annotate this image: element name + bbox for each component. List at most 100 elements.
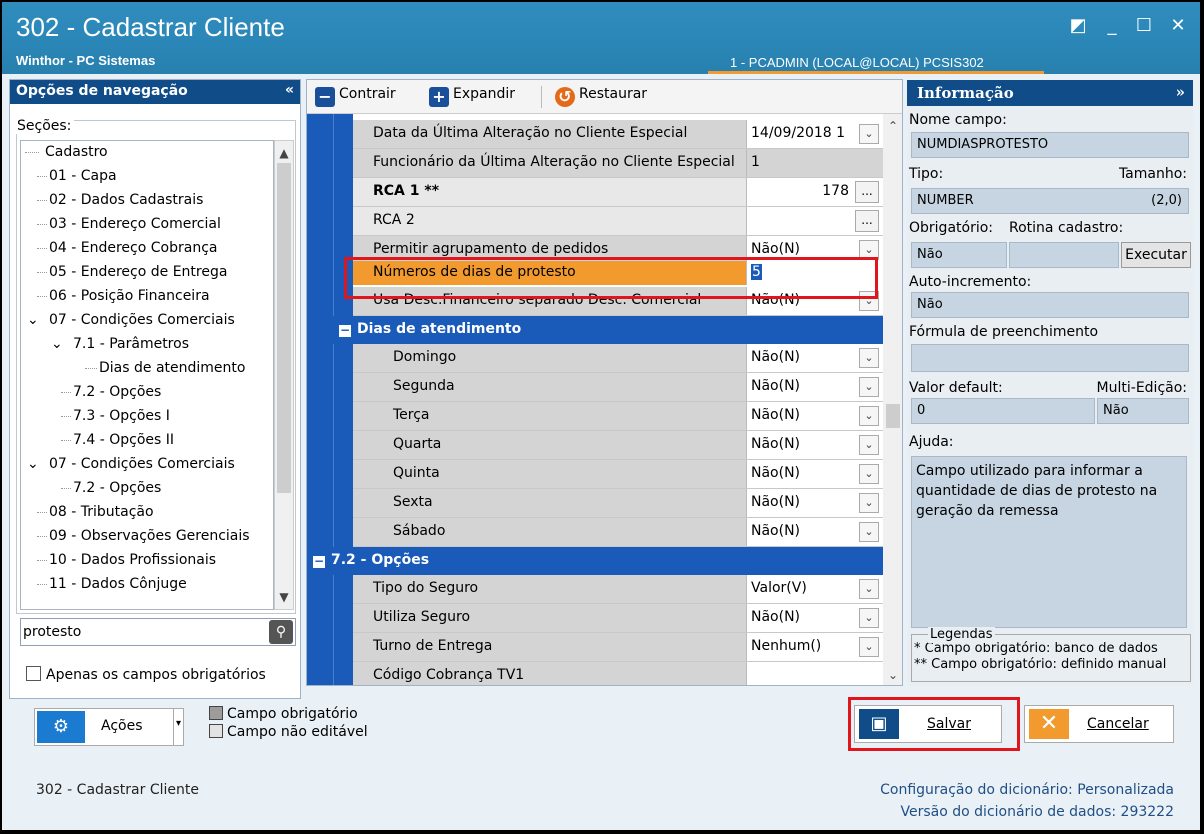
field-value[interactable]: Não(N) ⌄: [747, 460, 883, 488]
tree-item-posicao-financeira[interactable]: 06 - Posição Financeira: [49, 285, 210, 309]
maximize-button[interactable]: ☐: [1130, 14, 1158, 38]
tree-item-opcoes[interactable]: 7.2 - Opções: [73, 381, 161, 405]
field-value[interactable]: Não(N) ⌄: [747, 431, 883, 459]
grid-row[interactable]: Segunda Não(N) ⌄: [353, 373, 883, 402]
tree-scrollbar[interactable]: ▲ ▼: [274, 140, 294, 610]
tree-item-dados-cadastrais[interactable]: 02 - Dados Cadastrais: [49, 189, 203, 213]
field-value[interactable]: 5: [747, 261, 883, 285]
tree-expand-icon[interactable]: ⌄: [51, 333, 63, 357]
chevron-down-icon[interactable]: ⌄: [859, 522, 879, 542]
chevron-down-icon[interactable]: ⌄: [859, 435, 879, 455]
grid-row-selected[interactable]: Números de dias de protesto 5: [353, 261, 883, 285]
field-value[interactable]: 178...: [747, 178, 883, 206]
tree-item-opcoes-i[interactable]: 7.3 - Opções I: [73, 405, 170, 429]
field-value[interactable]: Não(N) ⌄: [747, 489, 883, 517]
search-input[interactable]: [23, 621, 263, 643]
field-value[interactable]: Valor(V) ⌄: [747, 575, 883, 603]
grid-row[interactable]: Sexta Não(N) ⌄: [353, 489, 883, 518]
chevron-down-icon[interactable]: ⌄: [859, 608, 879, 628]
tree-item-condicoes-comerciais[interactable]: 07 - Condições Comerciais: [49, 309, 235, 333]
only-required-checkbox[interactable]: Apenas os campos obrigatórios: [26, 666, 266, 683]
scroll-up-icon[interactable]: ⌃: [884, 116, 902, 136]
scroll-down-icon[interactable]: ▼: [275, 587, 293, 607]
scroll-down-icon[interactable]: ⌄: [884, 665, 902, 685]
chevron-down-icon[interactable]: ⌄: [859, 493, 879, 513]
grid-row[interactable]: RCA 2 ...: [353, 207, 883, 236]
chevron-down-icon[interactable]: ⌄: [859, 377, 879, 397]
tree-item-endereco-entrega[interactable]: 05 - Endereço de Entrega: [49, 261, 227, 285]
expand-button[interactable]: + Expandir: [429, 86, 515, 107]
tree-item-cadastro[interactable]: Cadastro: [45, 141, 108, 165]
field-value-text[interactable]: 5: [751, 264, 762, 280]
tree-item-opcoes-ii[interactable]: 7.4 - Opções II: [73, 429, 174, 453]
scroll-thumb[interactable]: [886, 404, 900, 428]
collapse-nav-icon[interactable]: «: [285, 82, 294, 98]
section-header-options[interactable]: −7.2 - Opções: [307, 547, 883, 575]
field-value[interactable]: Não(N) ⌄: [747, 236, 883, 264]
chevron-down-icon[interactable]: ⌄: [859, 240, 879, 260]
grid-row[interactable]: Domingo Não(N) ⌄: [353, 344, 883, 373]
field-value[interactable]: Não(N) ⌄: [747, 402, 883, 430]
tree-item-endereco-comercial[interactable]: 03 - Endereço Comercial: [49, 213, 221, 237]
checkbox-icon[interactable]: [26, 666, 41, 681]
scroll-up-icon[interactable]: ▲: [275, 143, 293, 163]
restore-button[interactable]: ↺ Restaurar: [555, 86, 647, 107]
field-value[interactable]: Não(N) ⌄: [747, 287, 883, 315]
chevron-down-icon[interactable]: ⌄: [859, 579, 879, 599]
tree-item-tributacao[interactable]: 08 - Tributação: [49, 501, 154, 525]
scroll-thumb[interactable]: [277, 163, 291, 493]
field-value[interactable]: Nenhum() ⌄: [747, 633, 883, 661]
grid-row[interactable]: Terça Não(N) ⌄: [353, 402, 883, 431]
chevron-down-icon[interactable]: ⌄: [859, 406, 879, 426]
chevron-down-icon[interactable]: ⌄: [859, 464, 879, 484]
grid-row[interactable]: Funcionário da Última Alteração no Clien…: [353, 149, 883, 178]
grid-scrollbar[interactable]: ⌃ ⌄: [883, 114, 902, 685]
tree-item-capa[interactable]: 01 - Capa: [49, 165, 117, 189]
execute-button[interactable]: Executar: [1121, 242, 1191, 268]
field-value[interactable]: ...: [747, 207, 883, 235]
restore-window-icon[interactable]: ◩: [1064, 14, 1092, 38]
tree-item-dados-profissionais[interactable]: 10 - Dados Profissionais: [49, 549, 216, 573]
chevron-down-icon[interactable]: ⌄: [859, 637, 879, 657]
tree-expand-icon[interactable]: ⌄: [27, 309, 39, 333]
collapse-section-icon[interactable]: −: [339, 324, 351, 337]
tree-expand-icon[interactable]: ⌄: [27, 453, 39, 477]
save-button[interactable]: ▣ Salvar: [854, 705, 1002, 743]
grid-row[interactable]: Tipo do Seguro Valor(V) ⌄: [353, 575, 883, 604]
tree-item-opcoes-2[interactable]: 7.2 - Opções: [73, 477, 161, 501]
chevron-down-icon[interactable]: ⌄: [859, 124, 879, 144]
dropdown-arrow-icon[interactable]: ▾: [173, 709, 183, 745]
cancel-button[interactable]: ✕ Cancelar: [1024, 705, 1174, 743]
tree-item-dias-atendimento[interactable]: Dias de atendimento: [99, 357, 245, 381]
field-value[interactable]: Não(N) ⌄: [747, 344, 883, 372]
tree-item-observacoes-gerenciais[interactable]: 09 - Observações Gerenciais: [49, 525, 250, 549]
grid-row[interactable]: Data da Última Alteração no Cliente Espe…: [353, 120, 883, 149]
minimize-button[interactable]: _: [1098, 14, 1126, 38]
chevron-down-icon[interactable]: ⌄: [859, 348, 879, 368]
field-value[interactable]: Não(N) ⌄: [747, 373, 883, 401]
tree-item-parametros[interactable]: 7.1 - Parâmetros: [73, 333, 189, 357]
tree-item-dados-conjuge[interactable]: 11 - Dados Cônjuge: [49, 573, 187, 597]
close-button[interactable]: ✕: [1164, 14, 1192, 38]
grid-row[interactable]: Utiliza Seguro Não(N) ⌄: [353, 604, 883, 633]
collapse-info-icon[interactable]: »: [1176, 83, 1185, 101]
collapse-section-icon[interactable]: −: [313, 555, 325, 568]
ellipsis-icon[interactable]: ...: [855, 210, 879, 232]
actions-button[interactable]: ⚙ Ações ▾: [34, 708, 184, 746]
tree-item-condicoes-comerciais-2[interactable]: 07 - Condições Comerciais: [49, 453, 235, 477]
grid-row[interactable]: Quarta Não(N) ⌄: [353, 431, 883, 460]
grid-row[interactable]: Turno de Entrega Nenhum() ⌄: [353, 633, 883, 662]
search-icon[interactable]: ⚲: [269, 620, 293, 644]
grid-row[interactable]: Usa Desc.Financeiro separado Desc. Comer…: [353, 287, 883, 316]
field-value[interactable]: Não(N) ⌄: [747, 604, 883, 632]
field-value[interactable]: [747, 662, 883, 685]
field-value[interactable]: 14/09/2018 1 ⌄: [747, 120, 883, 148]
collapse-button[interactable]: − Contrair: [315, 86, 396, 107]
grid-row[interactable]: Sábado Não(N) ⌄: [353, 518, 883, 547]
section-header-days[interactable]: − Dias de atendimento: [333, 316, 883, 344]
field-value[interactable]: Não(N) ⌄: [747, 518, 883, 546]
chevron-down-icon[interactable]: ⌄: [859, 291, 879, 311]
grid-row[interactable]: RCA 1 ** 178...: [353, 178, 883, 207]
grid-row[interactable]: Quinta Não(N) ⌄: [353, 460, 883, 489]
tree-item-endereco-cobranca[interactable]: 04 - Endereço Cobrança: [49, 237, 217, 261]
